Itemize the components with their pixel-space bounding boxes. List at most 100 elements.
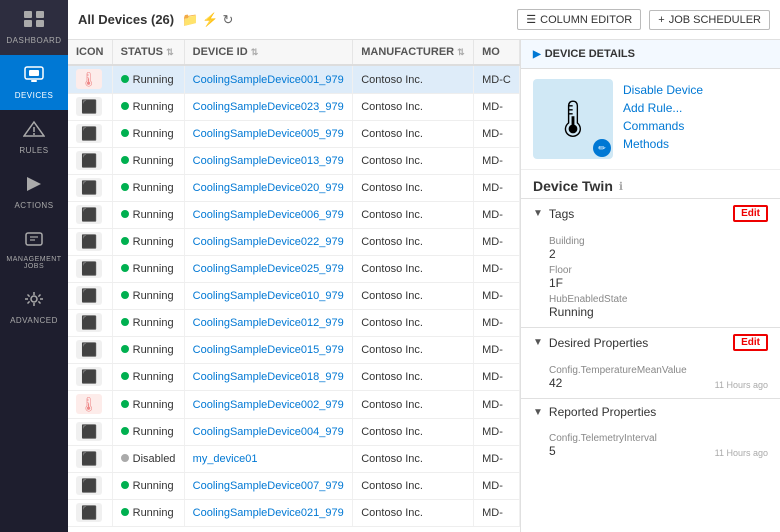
device-id-text[interactable]: CoolingSampleDevice022_979 bbox=[193, 236, 344, 248]
sidebar-item-management-jobs[interactable]: MANAGEMENT JOBS bbox=[0, 220, 68, 280]
sidebar-item-rules[interactable]: Rules bbox=[0, 110, 68, 165]
row-status-cell: Running bbox=[112, 94, 184, 121]
device-id-text[interactable]: CoolingSampleDevice025_979 bbox=[193, 263, 344, 275]
device-id-text[interactable]: CoolingSampleDevice021_979 bbox=[193, 507, 344, 519]
device-id-text[interactable]: CoolingSampleDevice020_979 bbox=[193, 182, 344, 194]
table-row[interactable]: ⬛RunningCoolingSampleDevice006_979Contos… bbox=[68, 202, 520, 229]
device-id-text[interactable]: CoolingSampleDevice018_979 bbox=[193, 371, 344, 383]
sidebar-item-advanced[interactable]: Advanced bbox=[0, 280, 68, 335]
device-icon: ⬛ bbox=[76, 151, 102, 170]
sidebar-item-devices[interactable]: Devices bbox=[0, 55, 68, 110]
table-row[interactable]: ⬛RunningCoolingSampleDevice015_979Contos… bbox=[68, 337, 520, 364]
row-icon-cell: ⬛ bbox=[68, 283, 112, 310]
desired-edit-button[interactable]: Edit bbox=[733, 334, 768, 351]
table-row[interactable]: ⬛RunningCoolingSampleDevice023_979Contos… bbox=[68, 94, 520, 121]
device-id-text[interactable]: CoolingSampleDevice013_979 bbox=[193, 155, 344, 167]
row-device-id-cell: CoolingSampleDevice001_979 bbox=[184, 65, 353, 94]
disable-device-link[interactable]: Disable Device bbox=[623, 83, 703, 97]
job-scheduler-button[interactable]: + JOB SCHEDULER bbox=[649, 10, 770, 30]
row-manufacturer-cell: Contoso Inc. bbox=[353, 283, 474, 310]
device-id-text[interactable]: my_device01 bbox=[193, 453, 258, 465]
device-id-text[interactable]: CoolingSampleDevice004_979 bbox=[193, 426, 344, 438]
table-row[interactable]: ⬛RunningCoolingSampleDevice018_979Contos… bbox=[68, 364, 520, 391]
row-manufacturer-cell: Contoso Inc. bbox=[353, 65, 474, 94]
column-editor-label: COLUMN EDITOR bbox=[540, 14, 632, 26]
table-row[interactable]: ⬛RunningCoolingSampleDevice021_979Contos… bbox=[68, 500, 520, 527]
row-status-cell: Running bbox=[112, 202, 184, 229]
table-row[interactable]: ⬛RunningCoolingSampleDevice020_979Contos… bbox=[68, 175, 520, 202]
table-row[interactable]: ⬛Disabledmy_device01Contoso Inc.MD- bbox=[68, 446, 520, 473]
col-device-id[interactable]: DEVICE ID ⇅ bbox=[184, 40, 353, 65]
table-row[interactable]: ⬛RunningCoolingSampleDevice013_979Contos… bbox=[68, 148, 520, 175]
col-manufacturer[interactable]: MANUFACTURER ⇅ bbox=[353, 40, 474, 65]
reported-section-header[interactable]: ▼ Reported Properties bbox=[521, 399, 780, 425]
tags-edit-button[interactable]: Edit bbox=[733, 205, 768, 222]
col-status[interactable]: STATUS ⇅ bbox=[112, 40, 184, 65]
sidebar-item-actions[interactable]: Actions bbox=[0, 165, 68, 220]
sidebar: Dashboard Devices Rules Actions bbox=[0, 0, 68, 532]
devices-icon bbox=[23, 65, 45, 88]
row-model-cell: MD- bbox=[474, 391, 520, 419]
methods-link[interactable]: Methods bbox=[623, 137, 703, 151]
folder-icon[interactable]: 📁 bbox=[182, 12, 198, 28]
col-icon[interactable]: ICON bbox=[68, 40, 112, 65]
desired-section-title: Desired Properties bbox=[549, 336, 733, 350]
commands-link[interactable]: Commands bbox=[623, 119, 703, 133]
table-row[interactable]: ⬛RunningCoolingSampleDevice012_979Contos… bbox=[68, 310, 520, 337]
table-row[interactable]: 🌡RunningCoolingSampleDevice001_979Contos… bbox=[68, 65, 520, 94]
row-device-id-cell: CoolingSampleDevice023_979 bbox=[184, 94, 353, 121]
device-id-text[interactable]: CoolingSampleDevice015_979 bbox=[193, 344, 344, 356]
reported-section-content: Config.TelemetryInterval 5 11 Hours ago bbox=[521, 425, 780, 466]
row-icon-cell: ⬛ bbox=[68, 121, 112, 148]
device-id-text[interactable]: CoolingSampleDevice010_979 bbox=[193, 290, 344, 302]
col-model[interactable]: MO bbox=[474, 40, 520, 65]
table-row[interactable]: ⬛ Running CoolingSampleDevice005_979 Contos… bbox=[68, 121, 520, 148]
table-row[interactable]: ⬛RunningCoolingSampleDevice004_979Contos… bbox=[68, 419, 520, 446]
device-id-text[interactable]: CoolingSampleDevice012_979 bbox=[193, 317, 344, 329]
row-manufacturer-cell: Contoso Inc. bbox=[353, 229, 474, 256]
row-status-cell: Running bbox=[112, 310, 184, 337]
tags-section-header[interactable]: ▼ Tags Edit bbox=[521, 199, 780, 228]
status-text: Running bbox=[133, 399, 174, 411]
column-editor-button[interactable]: ☰ COLUMN EDITOR bbox=[517, 9, 641, 30]
sidebar-item-dashboard[interactable]: Dashboard bbox=[0, 0, 68, 55]
row-manufacturer-cell: Contoso Inc. bbox=[353, 256, 474, 283]
telemetry-interval-value: 5 bbox=[549, 444, 556, 458]
row-status-cell: Running bbox=[112, 175, 184, 202]
desired-section-header[interactable]: ▼ Desired Properties Edit bbox=[521, 328, 780, 357]
status-dot-icon bbox=[121, 318, 129, 326]
device-image-section: 🌡 ✏ Disable Device Add Rule... Commands … bbox=[521, 69, 780, 170]
device-twin-info-icon[interactable]: ℹ bbox=[619, 180, 623, 193]
main-content: All Devices (26) 📁 ⚡ ↻ ☰ COLUMN EDITOR +… bbox=[68, 0, 780, 532]
device-id-text[interactable]: CoolingSampleDevice007_979 bbox=[193, 480, 344, 492]
edit-image-icon[interactable]: ✏ bbox=[593, 139, 611, 157]
filter-icon[interactable]: ⚡ bbox=[202, 12, 218, 28]
refresh-icon[interactable]: ↻ bbox=[222, 12, 233, 28]
row-icon-cell: ⬛ bbox=[68, 446, 112, 473]
device-id-text[interactable]: CoolingSampleDevice005_979 bbox=[193, 128, 344, 140]
table-row[interactable]: ⬛ Running CoolingSampleDevice010_979 Contos… bbox=[68, 283, 520, 310]
device-twin-title: Device Twin bbox=[533, 178, 613, 194]
status-dot-icon bbox=[121, 102, 129, 110]
device-icon: ⬛ bbox=[76, 97, 102, 116]
telemetry-interval-time: 11 Hours ago bbox=[715, 448, 768, 458]
row-model-cell: MD- bbox=[474, 310, 520, 337]
device-twin-header: Device Twin ℹ bbox=[521, 170, 780, 198]
device-id-text[interactable]: CoolingSampleDevice001_979 bbox=[193, 74, 344, 86]
sidebar-item-management-jobs-label: MANAGEMENT JOBS bbox=[4, 256, 64, 270]
device-id-text[interactable]: CoolingSampleDevice023_979 bbox=[193, 101, 344, 113]
table-row[interactable]: ⬛RunningCoolingSampleDevice022_979Contos… bbox=[68, 229, 520, 256]
device-icon: ⬛ bbox=[76, 367, 102, 386]
table-row[interactable]: ⬛RunningCoolingSampleDevice007_979Contos… bbox=[68, 473, 520, 500]
status-text: Running bbox=[133, 128, 174, 140]
add-rule-link[interactable]: Add Rule... bbox=[623, 101, 703, 115]
row-manufacturer-cell: Contoso Inc. bbox=[353, 121, 474, 148]
status-text: Running bbox=[133, 290, 174, 302]
desired-chevron-icon: ▼ bbox=[533, 337, 543, 348]
job-scheduler-label: JOB SCHEDULER bbox=[669, 14, 761, 26]
hubstate-value: Running bbox=[549, 305, 768, 319]
device-id-text[interactable]: CoolingSampleDevice002_979 bbox=[193, 399, 344, 411]
table-row[interactable]: 🌡RunningCoolingSampleDevice002_979Contos… bbox=[68, 391, 520, 419]
table-row[interactable]: ⬛RunningCoolingSampleDevice025_979Contos… bbox=[68, 256, 520, 283]
device-id-text[interactable]: CoolingSampleDevice006_979 bbox=[193, 209, 344, 221]
